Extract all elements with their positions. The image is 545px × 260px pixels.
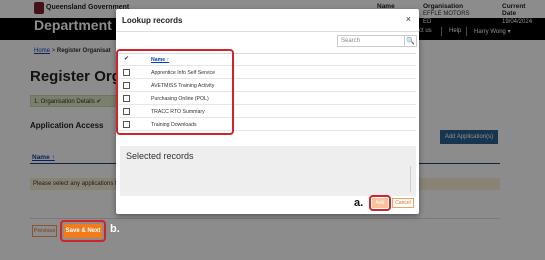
callout-b: b.: [110, 223, 120, 235]
highlight-ring-records: [116, 49, 234, 135]
lookup-records-dialog: Lookup records × Search 🔍 ✔ Name ↑ Appre…: [116, 9, 419, 214]
callout-a: a.: [354, 197, 364, 209]
selected-records-title: Selected records: [126, 151, 194, 161]
divider: [116, 31, 419, 32]
cancel-button[interactable]: Cancel: [392, 198, 414, 208]
scrollbar[interactable]: [410, 166, 414, 192]
selected-records-panel: Selected records: [120, 146, 416, 196]
dialog-title: Lookup records: [122, 16, 183, 25]
search-input[interactable]: Search: [337, 35, 405, 47]
highlight-ring-a: [369, 195, 391, 211]
close-icon[interactable]: ×: [406, 14, 411, 24]
highlight-ring-b: [60, 220, 106, 242]
search-icon[interactable]: 🔍: [405, 35, 417, 47]
